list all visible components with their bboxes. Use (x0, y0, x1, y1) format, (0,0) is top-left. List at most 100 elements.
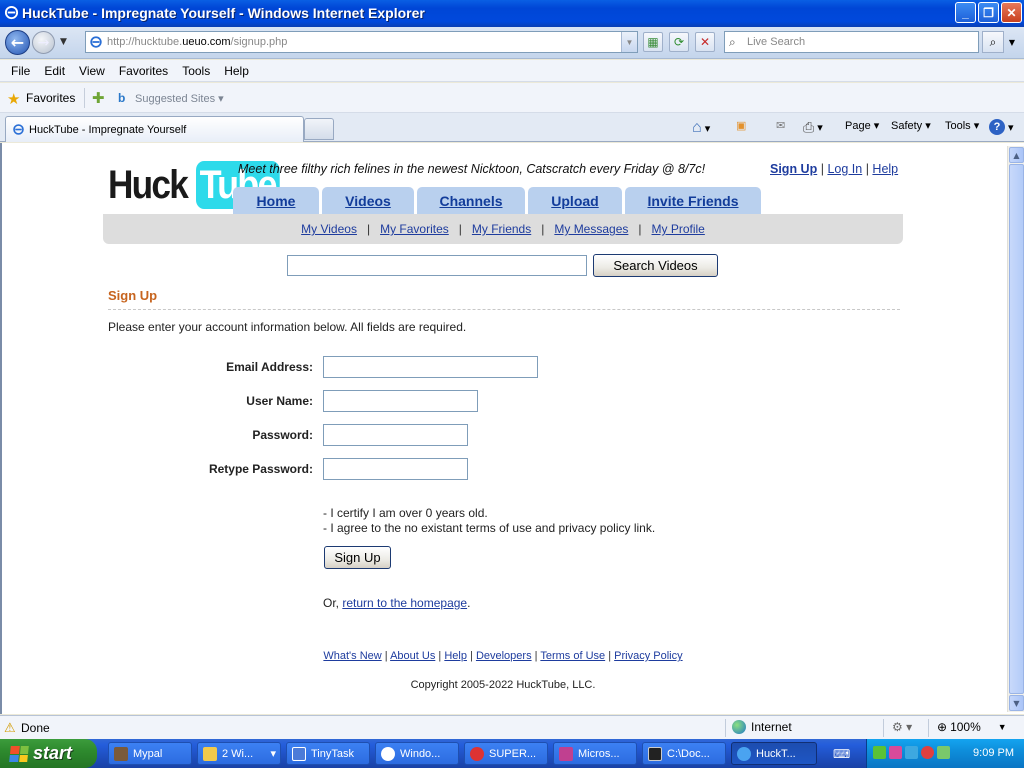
menu-file[interactable]: File (5, 64, 36, 78)
favorites-star-icon[interactable]: ★ (7, 90, 20, 108)
compatibility-view-icon[interactable]: ▦ (643, 32, 663, 52)
signup-button[interactable]: Sign Up (324, 546, 391, 569)
menu-favorites[interactable]: Favorites (113, 64, 174, 78)
address-dropdown-icon[interactable]: ▼ (621, 32, 637, 52)
tray-icon-2[interactable] (889, 746, 902, 759)
tray-icon-3[interactable] (905, 746, 918, 759)
scroll-thumb[interactable] (1009, 164, 1024, 694)
password-field[interactable] (323, 424, 468, 446)
task-cmd[interactable]: C:\Doc... (642, 742, 726, 765)
refresh-icon[interactable]: ⟳ (669, 32, 689, 52)
home-icon[interactable]: ⌂ ▾ (692, 119, 710, 137)
account-links: Sign Up | Log In | Help (770, 162, 899, 176)
protected-mode-icon[interactable]: ⚙ ▾ (892, 720, 912, 734)
footer-help[interactable]: Help (444, 650, 467, 662)
address-url: http://hucktube.ueuo.com/signup.php (107, 36, 288, 48)
scroll-down-icon[interactable]: ▼ (1009, 695, 1024, 711)
search-go-icon[interactable]: ⌕ (982, 31, 1004, 53)
menu-bar: File Edit View Favorites Tools Help (0, 60, 1024, 82)
new-tab-button[interactable] (304, 118, 334, 140)
footer-privacy-policy[interactable]: Privacy Policy (614, 650, 682, 662)
subnav-my-friends[interactable]: My Friends (472, 222, 531, 236)
vertical-scrollbar[interactable]: ▲ ▼ (1007, 146, 1024, 712)
menu-help[interactable]: Help (218, 64, 255, 78)
page-menu[interactable]: Page ▾ (845, 119, 879, 133)
task-hucktube[interactable]: HuckT... (731, 742, 817, 765)
nav-videos[interactable]: Videos (322, 187, 414, 214)
search-options-dropdown-icon[interactable]: ▼ (1006, 31, 1018, 53)
username-field[interactable] (323, 390, 478, 412)
close-button[interactable]: ✕ (1001, 2, 1022, 23)
read-mail-icon[interactable]: ✉ (776, 119, 785, 132)
start-button[interactable]: start (0, 739, 97, 768)
task-mypal[interactable]: Mypal (108, 742, 192, 765)
zoom-icon: ⊕ (937, 720, 948, 734)
menu-view[interactable]: View (73, 64, 111, 78)
recent-pages-dropdown-icon[interactable]: ▼ (60, 37, 67, 47)
password-label: Password: (252, 428, 313, 442)
favorites-button[interactable]: Favorites (26, 91, 75, 105)
copyright: Copyright 2005-2022 HuckTube, LLC. (410, 679, 596, 691)
tab-hucktube[interactable]: HuckTube - Impregnate Yourself (5, 116, 304, 142)
return-home-line: Or, return to the homepage. (323, 596, 471, 610)
retype-password-field[interactable] (323, 458, 468, 480)
menu-tools[interactable]: Tools (176, 64, 216, 78)
tray-icon-5[interactable] (937, 746, 950, 759)
address-bar[interactable]: http://hucktube.ueuo.com/signup.php ▼ (85, 31, 638, 53)
terms-text: - I certify I am over 0 years old. - I a… (323, 506, 655, 536)
keyboard-icon[interactable]: ⌨ (833, 747, 850, 761)
video-search-input[interactable] (287, 255, 587, 276)
email-field[interactable] (323, 356, 538, 378)
safety-menu[interactable]: Safety ▾ (891, 119, 931, 133)
search-videos-button[interactable]: Search Videos (593, 254, 718, 277)
task-microsoft[interactable]: Micros... (553, 742, 637, 765)
return-home-link[interactable]: return to the homepage (342, 596, 467, 610)
zoom-dropdown-icon[interactable]: ▼ (998, 722, 1007, 732)
tab-ie-icon (13, 124, 24, 135)
footer-about-us[interactable]: About Us (390, 650, 435, 662)
nav-home[interactable]: Home (233, 187, 319, 214)
subnav-my-profile[interactable]: My Profile (652, 222, 705, 236)
feeds-icon[interactable]: ▣ (736, 119, 746, 132)
forward-button[interactable]: → (32, 31, 55, 54)
favorites-bar: ★ Favorites ✚ b Suggested Sites ▾ (0, 83, 1024, 113)
task-tinytask[interactable]: TinyTask (286, 742, 370, 765)
login-link[interactable]: Log In (827, 162, 862, 176)
ie-task-icon (737, 746, 751, 761)
add-to-favorites-bar-icon[interactable]: ✚ (92, 89, 105, 107)
tray-icon-4[interactable] (921, 746, 934, 759)
task-windows[interactable]: Windo... (375, 742, 459, 765)
minimize-button[interactable]: _ (955, 2, 976, 23)
task-super[interactable]: SUPER... (464, 742, 548, 765)
footer-terms-of-use[interactable]: Terms of Use (540, 650, 605, 662)
nav-upload[interactable]: Upload (528, 187, 622, 214)
system-tray: 9:09 PM (866, 739, 1024, 768)
print-icon[interactable]: ⎙ ▾ (803, 119, 823, 136)
help-link[interactable]: Help (872, 162, 898, 176)
nav-invite-friends[interactable]: Invite Friends (625, 187, 761, 214)
menu-edit[interactable]: Edit (38, 64, 71, 78)
clock: 9:09 PM (973, 747, 1014, 759)
zoom-control[interactable]: ⊕ 100% ▼ (937, 720, 1007, 734)
stop-icon[interactable]: ✕ (695, 32, 715, 52)
terms-agree-text: - I agree to the no existant terms of us… (323, 521, 656, 535)
signup-link[interactable]: Sign Up (770, 162, 817, 176)
security-zone[interactable]: Internet (732, 720, 792, 734)
tools-menu[interactable]: Tools ▾ (945, 119, 979, 133)
subnav-my-videos[interactable]: My Videos (301, 222, 357, 236)
subnav-my-messages[interactable]: My Messages (554, 222, 628, 236)
search-box[interactable]: ⌕ Live Search (724, 31, 979, 53)
footer-developers[interactable]: Developers (476, 650, 532, 662)
back-button[interactable]: ← (5, 30, 30, 55)
tray-icon-1[interactable] (873, 746, 886, 759)
footer-whats-new[interactable]: What's New (323, 650, 381, 662)
scroll-up-icon[interactable]: ▲ (1009, 147, 1024, 163)
task-explorer-group[interactable]: 2 Wi... ▾ (197, 742, 281, 765)
subnav-my-favorites[interactable]: My Favorites (380, 222, 449, 236)
help-icon[interactable]: ? ▾ (989, 119, 1014, 135)
title-bar: HuckTube - Impregnate Yourself - Windows… (0, 0, 1024, 27)
suggested-sites-button[interactable]: Suggested Sites ▾ (135, 92, 224, 105)
maximize-button[interactable]: ❐ (978, 2, 999, 23)
nav-channels[interactable]: Channels (417, 187, 525, 214)
retype-password-label: Retype Password: (208, 462, 313, 476)
